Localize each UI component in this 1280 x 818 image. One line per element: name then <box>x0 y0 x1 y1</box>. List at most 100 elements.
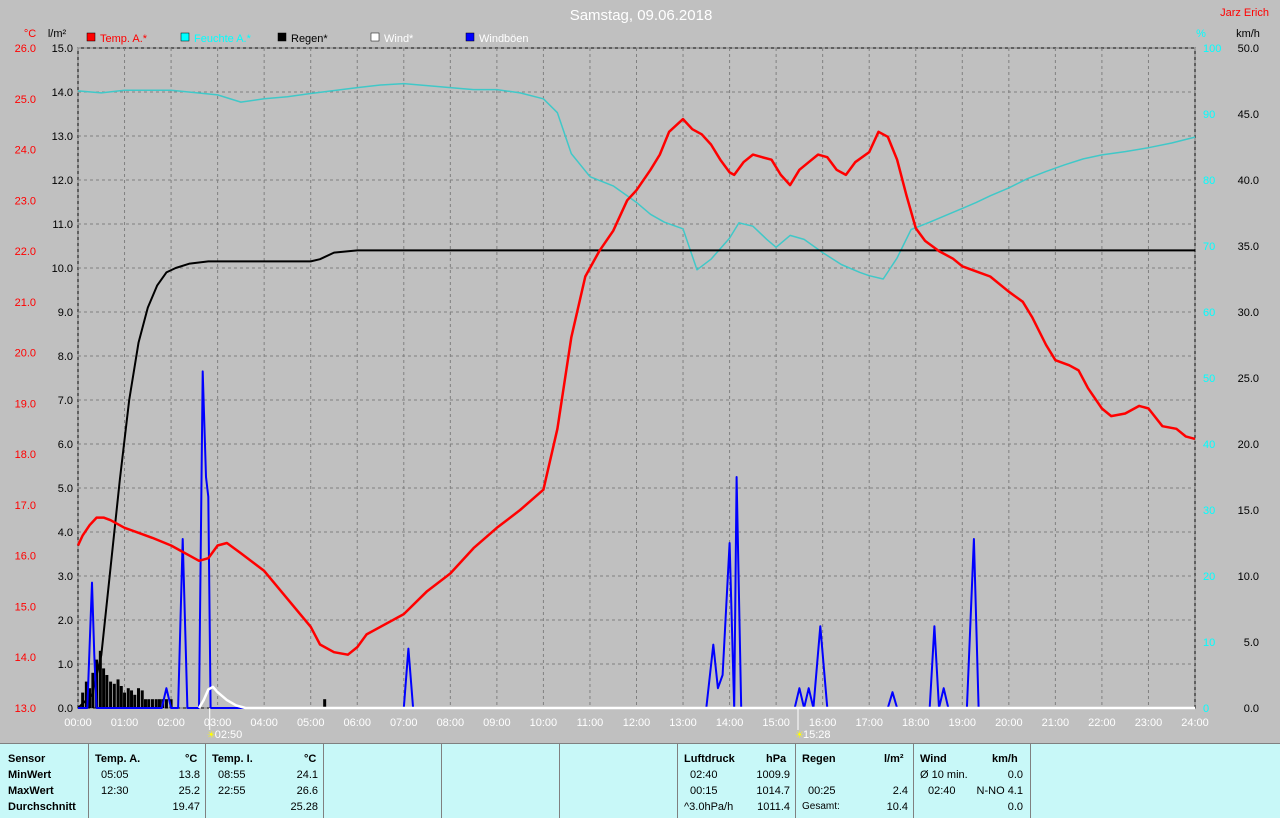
rain-max-time: 00:25 <box>808 785 836 797</box>
rain-total: 10.4 <box>886 801 908 813</box>
time-tick-label: 13:00 <box>669 717 697 729</box>
time-tick-label: 04:00 <box>250 717 278 729</box>
rain-tick-label: 12.0 <box>52 175 73 187</box>
pressure-min: 1009.9 <box>756 769 790 781</box>
temp-a-max-time: 12:30 <box>101 785 129 797</box>
pressure-trend: 1011.4 <box>757 801 790 813</box>
legend-label: Feuchte A.* <box>194 33 252 45</box>
time-tick-label: 02:00 <box>157 717 185 729</box>
wind-tick-label: 10.0 <box>1238 571 1259 583</box>
humidity-tick-label: 10 <box>1203 637 1215 649</box>
time-tick-label: 14:00 <box>716 717 744 729</box>
stats-sensor-column: Sensor MinWert MaxWert Durchschnitt <box>0 744 88 818</box>
legend-swatch <box>277 32 287 42</box>
legend-swatch <box>180 32 190 42</box>
stats-empty-column <box>559 744 678 818</box>
time-tick-label: 05:00 <box>297 717 325 729</box>
stats-row-label: Durchschnitt <box>8 801 76 813</box>
humidity-tick-label: 90 <box>1203 109 1215 121</box>
temp-i-unit: °C <box>304 753 317 765</box>
humidity-tick-label: 40 <box>1203 439 1215 451</box>
humidity-tick-label: 50 <box>1203 373 1215 385</box>
wind-header: Wind <box>920 753 947 765</box>
temp-tick-label: 22.0 <box>15 246 36 258</box>
rain-tick-label: 5.0 <box>58 483 73 495</box>
legend-label: Wind* <box>384 33 414 45</box>
temp-tick-label: 14.0 <box>15 652 36 664</box>
stats-wind-column: Wind km/h Ø 10 min. 0.0 02:40 N-NO 4.1 0… <box>913 744 1031 818</box>
wind-third: 0.0 <box>1007 801 1023 813</box>
temp-tick-label: 24.0 <box>15 145 36 157</box>
wind-tick-label: 40.0 <box>1238 175 1259 187</box>
temp-tick-label: 19.0 <box>15 398 36 410</box>
time-tick-label: 09:00 <box>483 717 511 729</box>
legend-swatch <box>86 32 96 42</box>
temp-tick-label: 26.0 <box>15 43 36 55</box>
temp-tick-label: 13.0 <box>15 703 36 715</box>
wind-max: N-NO 4.1 <box>976 785 1023 797</box>
rain-unit: l/m² <box>884 753 904 765</box>
temp-i-header: Temp. I. <box>212 753 253 765</box>
rain-tick-label: 9.0 <box>58 307 73 319</box>
stats-panel: Sensor MinWert MaxWert Durchschnitt Temp… <box>0 743 1280 818</box>
stats-empty-column <box>323 744 442 818</box>
wind-tick-label: 5.0 <box>1244 637 1259 649</box>
temp-tick-label: 21.0 <box>15 297 36 309</box>
pressure-header: Luftdruck <box>684 753 735 765</box>
time-tick-label: 24:00 <box>1181 717 1209 729</box>
rain-tick-label: 13.0 <box>52 131 73 143</box>
rain-tick-label: 10.0 <box>52 263 73 275</box>
temp-i-min-time: 08:55 <box>218 769 246 781</box>
wind-tick-label: 50.0 <box>1238 43 1259 55</box>
time-marker-label: 15:28 <box>803 729 831 741</box>
rain-tick-label: 14.0 <box>52 87 73 99</box>
wind-unit: km/h <box>992 753 1018 765</box>
time-tick-label: 21:00 <box>1042 717 1070 729</box>
time-marker-label: 02:50 <box>215 729 243 741</box>
rain-max: 2.4 <box>892 785 908 797</box>
temp-unit-label: °C <box>24 28 36 40</box>
time-tick-label: 15:00 <box>762 717 790 729</box>
stats-pressure-column: Luftdruck hPa 02:40 1009.9 00:15 1014.7 … <box>677 744 796 818</box>
time-tick-label: 12:00 <box>623 717 651 729</box>
temp-tick-label: 17.0 <box>15 500 36 512</box>
wind-tick-label: 15.0 <box>1238 505 1259 517</box>
humidity-tick-label: 70 <box>1203 241 1215 253</box>
pressure-min-time: 02:40 <box>690 769 718 781</box>
time-tick-label: 11:00 <box>577 717 604 729</box>
humidity-tick-label: 60 <box>1203 307 1215 319</box>
rain-unit-label: l/m² <box>48 28 67 40</box>
legend-swatch <box>465 32 475 42</box>
stats-empty-column <box>1030 744 1280 818</box>
stats-temp-a-column: Temp. A. °C 05:05 13.8 12:30 25.2 19.47 <box>88 744 206 818</box>
chart-title: Samstag, 09.06.2018 <box>570 7 713 24</box>
time-tick-label: 01:00 <box>111 717 139 729</box>
humidity-unit-label: % <box>1196 28 1206 40</box>
temp-a-min: 13.8 <box>178 769 200 781</box>
weather-chart: Samstag, 09.06.2018 Jarz Erich °C l/m² %… <box>0 0 1280 743</box>
temp-i-min: 24.1 <box>296 769 318 781</box>
temp-tick-label: 20.0 <box>15 348 36 360</box>
wind-unit-label: km/h <box>1236 28 1260 40</box>
time-tick-label: 03:00 <box>204 717 232 729</box>
time-tick-label: 20:00 <box>995 717 1023 729</box>
temp-i-max-time: 22:55 <box>218 785 246 797</box>
stats-row-label: MaxWert <box>8 785 54 797</box>
stats-row-label: MinWert <box>8 769 52 781</box>
wind-max-time: 02:40 <box>928 785 956 797</box>
rain-total-label: Gesamt: <box>802 801 840 812</box>
rain-tick-label: 2.0 <box>58 615 73 627</box>
pressure-trend-label: ^3.0hPa/h <box>684 801 734 813</box>
time-tick-label: 10:00 <box>530 717 558 729</box>
rain-header: Regen <box>802 753 836 765</box>
pressure-max: 1014.7 <box>756 785 790 797</box>
temp-a-header: Temp. A. <box>95 753 141 765</box>
time-tick-label: 18:00 <box>902 717 930 729</box>
rain-tick-label: 15.0 <box>52 43 73 55</box>
wind-tick-label: 35.0 <box>1238 241 1259 253</box>
rain-tick-label: 0.0 <box>58 703 73 715</box>
chart-background <box>0 0 1280 743</box>
temp-a-unit: °C <box>185 753 198 765</box>
time-tick-label: 17:00 <box>855 717 883 729</box>
temp-tick-label: 18.0 <box>15 449 36 461</box>
